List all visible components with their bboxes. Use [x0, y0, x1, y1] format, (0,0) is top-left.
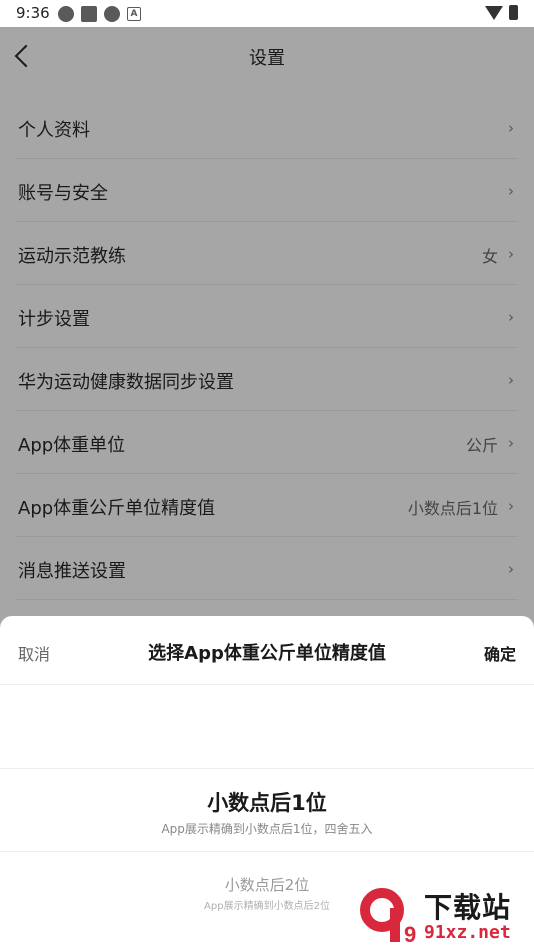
settings-item-label: 消息推送设置 [18, 561, 126, 582]
page-title: 设置 [249, 48, 285, 69]
chevron-right-icon: › [508, 560, 514, 578]
settings-item-label: App体重单位 [18, 435, 126, 456]
watermark: 9 下载站 91xz.net [360, 886, 530, 948]
settings-item-push[interactable]: 消息推送设置 › [16, 537, 518, 600]
picker-option-description: App展示精确到小数点后1位，四舍五入 [161, 822, 373, 836]
picker-option-selected[interactable]: 小数点后1位 App展示精确到小数点后1位，四舍五入 [0, 769, 534, 852]
sheet-title: 选择App体重公斤单位精度值 [148, 643, 386, 664]
chevron-right-icon: › [508, 434, 514, 452]
picker-empty-slot [0, 685, 534, 769]
chevron-right-icon: › [508, 245, 514, 263]
settings-item-label: 运动示范教练 [18, 246, 126, 267]
watermark-site-name: 下载站 [424, 891, 512, 924]
chevron-right-icon: › [508, 308, 514, 326]
status-left-icons: A [58, 5, 141, 22]
status-time: 9:36 [16, 4, 50, 22]
settings-item-label: 个人资料 [18, 120, 90, 141]
settings-item-coach[interactable]: 运动示范教练 女 › [16, 222, 518, 285]
settings-item-label: 账号与安全 [18, 183, 108, 204]
chevron-right-icon: › [508, 497, 514, 515]
chevron-right-icon: › [508, 182, 514, 200]
settings-item-account-security[interactable]: 账号与安全 › [16, 159, 518, 222]
picker-option-label: 小数点后1位 [207, 791, 327, 815]
a-icon: A [127, 6, 141, 21]
settings-list: 个人资料 › 账号与安全 › 运动示范教练 女 › 计步设置 › 华为运动健康数… [0, 96, 534, 600]
chevron-right-icon: › [508, 371, 514, 389]
app-icon [58, 5, 74, 22]
stop-icon [81, 5, 97, 22]
chevron-right-icon: › [508, 119, 514, 137]
settings-item-value: 小数点后1位 [407, 499, 498, 518]
settings-item-label: App体重公斤单位精度值 [18, 498, 216, 519]
settings-item-weight-unit[interactable]: App体重单位 公斤 › [16, 411, 518, 474]
wifi-icon [485, 5, 503, 20]
settings-item-label: 华为运动健康数据同步设置 [18, 372, 234, 393]
confirm-button[interactable]: 确定 [484, 641, 516, 665]
navbar: 设置 [0, 27, 534, 85]
app-icon [104, 5, 120, 22]
battery-icon [509, 5, 518, 20]
status-bar: 9:36 A [0, 0, 534, 27]
settings-item-value: 公斤 [465, 436, 498, 455]
sheet-header: 取消 选择App体重公斤单位精度值 确定 [0, 616, 534, 685]
settings-item-weight-precision[interactable]: App体重公斤单位精度值 小数点后1位 › [16, 474, 518, 537]
status-right-icons [485, 5, 518, 20]
watermark-logo: 9 [360, 888, 416, 944]
watermark-url: 91xz.net [424, 922, 511, 943]
settings-item-value: 女 [481, 247, 498, 266]
watermark-logo-text: 9 [404, 922, 416, 944]
settings-item-step[interactable]: 计步设置 › [16, 285, 518, 348]
settings-item-huawei-sync[interactable]: 华为运动健康数据同步设置 › [16, 348, 518, 411]
settings-item-profile[interactable]: 个人资料 › [16, 96, 518, 159]
settings-item-label: 计步设置 [18, 309, 90, 330]
